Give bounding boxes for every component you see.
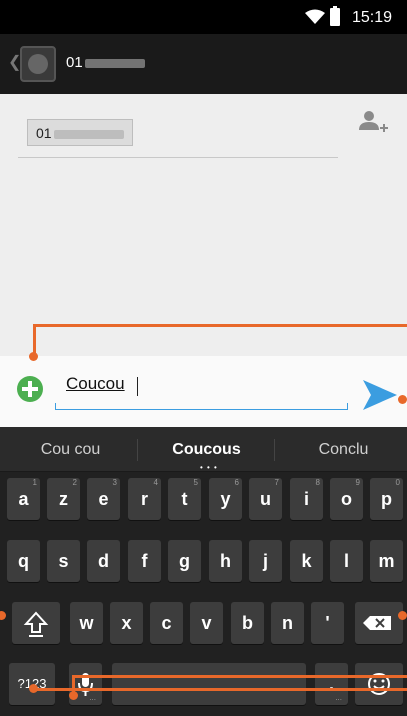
suggestion-2[interactable]: Coucous [140,441,273,459]
suggestion-divider [274,439,275,461]
key[interactable]: x [110,602,143,644]
recipient-chip-prefix: 01 [36,125,52,141]
emoji-key[interactable] [355,663,403,705]
emoji-icon [368,673,390,695]
backspace-icon [363,616,391,630]
key[interactable]: g [168,540,201,582]
conversation-title-prefix: 01 [66,54,83,71]
text-caret [137,377,138,396]
key[interactable]: u7 [249,478,282,520]
mic-hint: ... [89,693,96,702]
key[interactable]: k [290,540,323,582]
contact-avatar[interactable] [20,46,56,82]
battery-icon [330,6,340,26]
keyboard: Cou cou Coucous Conclu • • • a1 z2 e3 r4… [0,427,407,716]
key[interactable]: m [370,540,403,582]
message-text: Coucou [66,374,125,394]
callout-dot [69,691,78,700]
key[interactable]: h [209,540,242,582]
recipient-chip[interactable]: 01 [27,119,133,146]
callout-dot [398,611,407,620]
backspace-key[interactable] [355,602,403,644]
clock: 15:19 [352,9,393,26]
key[interactable]: n [271,602,304,644]
key[interactable]: z2 [47,478,80,520]
key[interactable]: d [87,540,120,582]
key[interactable]: a1 [7,478,40,520]
send-icon[interactable] [363,380,397,410]
key[interactable]: t5 [168,478,201,520]
key[interactable]: f [128,540,161,582]
action-bar: ❮ 01 [0,34,407,94]
key[interactable]: w [70,602,103,644]
redacted-number [84,58,145,68]
key[interactable]: r4 [128,478,161,520]
status-bar: 15:19 [0,0,407,34]
conversation-area: 01 [0,94,407,356]
key[interactable]: j [249,540,282,582]
suggestion-strip: Cou cou Coucous Conclu • • • [0,427,407,472]
callout-dot [398,395,407,404]
key[interactable]: l [330,540,363,582]
callout-line [33,324,407,327]
callout-dot [29,352,38,361]
suggestion-3[interactable]: Conclu [277,441,407,459]
callout-line [33,688,407,691]
key[interactable]: e3 [87,478,120,520]
key[interactable]: q [7,540,40,582]
key[interactable]: v [190,602,223,644]
redacted-number [53,129,124,139]
attach-button[interactable] [17,376,43,402]
suggestion-divider [137,439,138,461]
callout-dot [29,684,38,693]
recipient-field[interactable]: 01 [18,94,338,158]
suggestion-1[interactable]: Cou cou [4,441,137,459]
wifi-icon [305,9,325,24]
period-key[interactable]: . ... [315,663,348,705]
add-contact-icon[interactable] [358,110,388,134]
key[interactable]: o9 [330,478,363,520]
space-key[interactable] [112,663,306,705]
compose-bar: Coucou [0,356,407,427]
apostrophe-key[interactable]: ' [311,602,344,644]
message-input[interactable]: Coucou [55,368,348,410]
key[interactable]: i8 [290,478,323,520]
key[interactable]: c [150,602,183,644]
key[interactable]: b [231,602,264,644]
more-suggestions-indicator: • • • [200,463,218,472]
message-text-value: Coucou [66,374,125,393]
shift-key[interactable] [12,602,60,644]
key[interactable]: p0 [370,478,403,520]
callout-line [72,675,407,678]
key[interactable]: s [47,540,80,582]
conversation-title: 01 [66,54,145,71]
shift-icon [23,611,49,637]
key[interactable]: y6 [209,478,242,520]
